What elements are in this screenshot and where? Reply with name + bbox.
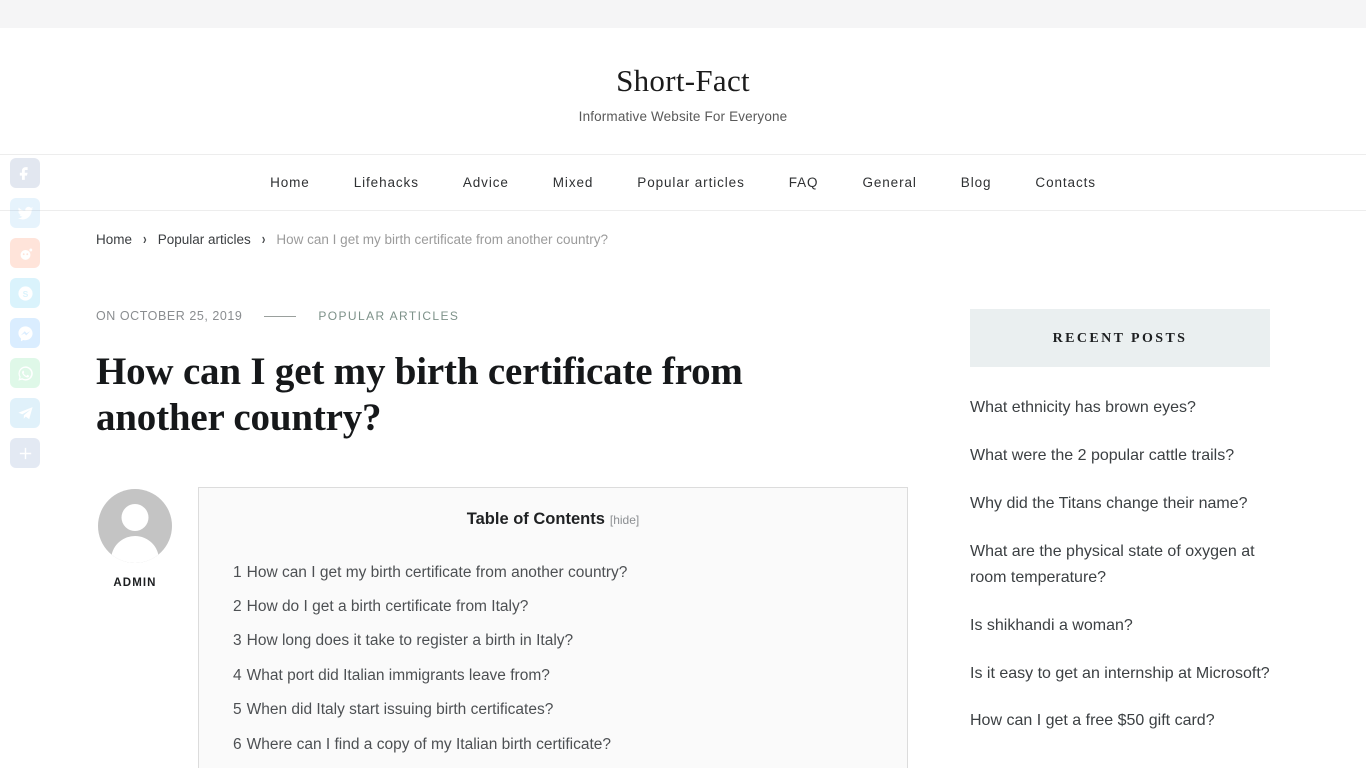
breadcrumb-item-home[interactable]: Home [96, 232, 132, 247]
site-tagline: Informative Website For Everyone [578, 109, 788, 125]
meta-divider [264, 315, 297, 317]
toc-item-label: How do I get a birth certificate from It… [246, 598, 529, 615]
toc-header: Table of Contents [hide] [221, 506, 885, 529]
list-item[interactable]: What are the physical state of oxygen at… [970, 539, 1270, 591]
article-body: ADMIN Table of Contents [hide] 1 How can I… [96, 487, 908, 768]
list-item[interactable]: How can I get a free $50 gift card? [970, 708, 1270, 734]
toc-list: 1 How can I get my birth certificate from… [221, 555, 885, 768]
social-share-rail: S [10, 158, 40, 468]
toc-item-label: When did Italy start issuing birth certi… [246, 701, 554, 719]
nav-list: Home Lifehacks Advice Mixed Popular arti… [248, 175, 1118, 190]
list-item[interactable]: Is it easy to get an internship at Micro… [970, 661, 1270, 687]
list-item[interactable]: Is shikhandi a woman? [970, 613, 1270, 639]
post-category-link[interactable]: POPULAR ARTICLES [318, 309, 459, 323]
author-box: ADMIN [96, 487, 174, 589]
toc-item-label: How can I get my birth certificate from … [246, 563, 628, 581]
breadcrumb: Home › Popular articles › How can I get … [48, 211, 1318, 248]
toc-title: Table of Contents [466, 510, 605, 529]
nav-item-blog[interactable]: Blog [939, 175, 1014, 190]
site-header: Short-Fact Informative Website For Every… [0, 28, 1366, 155]
page-wrapper: ON OCTOBER 25, 2019 POPULAR ARTICLES How… [48, 247, 1318, 768]
top-utility-bar [0, 0, 1366, 28]
twitter-share-icon[interactable] [10, 198, 40, 228]
toc-item-label: How long does it take to register a birt… [246, 632, 574, 650]
toc-item[interactable]: 4 What port did Italian immigrants leave … [221, 658, 885, 692]
toc-item-number: 3 [233, 632, 242, 650]
reddit-share-icon[interactable] [10, 238, 40, 268]
table-of-contents: Table of Contents [hide] 1 How can I get m… [198, 487, 908, 768]
toc-item[interactable]: 6 Where can I find a copy of my Italian b… [221, 727, 885, 761]
toc-item-number: 4 [233, 666, 242, 684]
recent-posts-list: What ethnicity has brown eyes? What were… [970, 395, 1270, 734]
nav-item-faq[interactable]: FAQ [767, 175, 841, 190]
nav-item-advice[interactable]: Advice [441, 175, 531, 190]
toc-item-number: 6 [233, 735, 242, 753]
toc-item-label: Where can I find a copy of my Italian bi… [246, 735, 612, 753]
facebook-share-icon[interactable] [10, 158, 40, 188]
nav-item-lifehacks[interactable]: Lifehacks [332, 175, 441, 190]
breadcrumb-item-current: How can I get my birth certificate from … [276, 232, 609, 248]
breadcrumb-separator-icon: › [261, 231, 266, 248]
page-title: How can I get my birth certificate from … [96, 350, 743, 440]
nav-item-mixed[interactable]: Mixed [531, 175, 616, 190]
nav-item-contacts[interactable]: Contacts [1013, 175, 1117, 190]
toc-item[interactable]: 5 When did Italy start issuing birth cert… [221, 693, 885, 727]
toc-item[interactable]: 3 How long does it take to register a bir… [221, 624, 885, 658]
list-item[interactable]: Why did the Titans change their name? [970, 491, 1270, 517]
site-title[interactable]: Short-Fact [0, 63, 1366, 98]
skype-share-icon[interactable]: S [10, 278, 40, 308]
nav-item-home[interactable]: Home [248, 175, 332, 190]
post-date: ON OCTOBER 25, 2019 [96, 309, 243, 324]
main-navigation: Home Lifehacks Advice Mixed Popular arti… [0, 154, 1366, 212]
toc-item-number: 2 [233, 598, 242, 615]
whatsapp-share-icon[interactable] [10, 358, 40, 388]
toc-item-number: 5 [233, 701, 242, 719]
toc-item[interactable]: 7How to obtain a vital record in Italy? [221, 761, 885, 768]
toc-item[interactable]: 1 How can I get my birth certificate from… [221, 555, 885, 589]
breadcrumb-item-popular-articles[interactable]: Popular articles [158, 232, 251, 247]
author-name[interactable]: ADMIN [96, 577, 174, 589]
svg-text:S: S [22, 289, 28, 299]
telegram-share-icon[interactable] [10, 398, 40, 428]
recent-posts-title: RECENT POSTS [1052, 331, 1188, 347]
share-more-icon[interactable] [10, 438, 40, 468]
nav-item-general[interactable]: General [840, 175, 938, 190]
recent-posts-widget-header: RECENT POSTS [970, 309, 1270, 368]
avatar [98, 489, 172, 564]
nav-item-popular-articles[interactable]: Popular articles [615, 175, 766, 190]
toc-item[interactable]: 2 How do I get a birth certificate from I… [221, 590, 885, 624]
messenger-share-icon[interactable] [10, 318, 40, 348]
sidebar: RECENT POSTS What ethnicity has brown ey… [970, 247, 1270, 756]
list-item[interactable]: What ethnicity has brown eyes? [970, 395, 1270, 421]
toc-hide-toggle[interactable]: [hide] [610, 513, 639, 527]
main-content: ON OCTOBER 25, 2019 POPULAR ARTICLES How… [96, 247, 908, 768]
toc-item-number: 1 [233, 563, 242, 581]
toc-item-label: What port did Italian immigrants leave f… [246, 666, 550, 684]
list-item[interactable]: What were the 2 popular cattle trails? [970, 443, 1270, 469]
breadcrumb-separator-icon: › [143, 231, 147, 248]
post-meta: ON OCTOBER 25, 2019 POPULAR ARTICLES [96, 309, 908, 323]
